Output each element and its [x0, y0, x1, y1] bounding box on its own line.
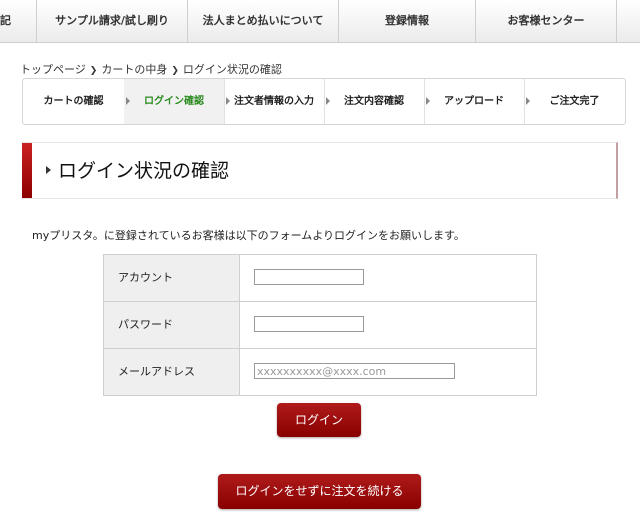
step-order-review: 注文内容確認 — [324, 79, 425, 124]
step-arrow-icon — [326, 97, 330, 105]
nav-item-registration-info[interactable]: 登録情報 — [339, 0, 476, 42]
nav-item-sample-request[interactable]: サンプル請求/試し刷り — [37, 0, 188, 42]
login-form: アカウント パスワード メールアドレス — [103, 254, 537, 396]
chevron-right-icon: ❯ — [89, 66, 98, 76]
breadcrumb-cart[interactable]: カートの中身 — [101, 61, 167, 77]
step-orderer-info: 注文者情報の入力 — [224, 79, 325, 124]
triangle-right-icon — [46, 166, 51, 174]
continue-without-login-button[interactable]: ログインをせずに注文を続ける — [218, 474, 421, 509]
step-arrow-icon — [226, 97, 230, 105]
breadcrumb-current: ログイン状況の確認 — [182, 63, 282, 76]
nav-item-partial[interactable]: 記 — [0, 0, 37, 42]
account-input[interactable] — [254, 269, 364, 285]
step-arrow-icon — [126, 97, 130, 105]
password-input[interactable] — [254, 316, 364, 332]
nav-item-corporate-payment[interactable]: 法人まとめ払いについて — [188, 0, 339, 42]
order-steps: カートの確認 ログイン確認 注文者情報の入力 注文内容確認 アップロード ご注文… — [22, 78, 626, 125]
login-intro-text: myプリスタ。に登録されているお客様は以下のフォームよりログインをお願いします。 — [32, 229, 465, 242]
step-arrow-icon — [526, 97, 530, 105]
login-button[interactable]: ログイン — [277, 403, 361, 437]
breadcrumb-top[interactable]: トップページ — [20, 61, 86, 77]
heading-accent-bar — [22, 143, 32, 198]
step-arrow-icon — [426, 97, 430, 105]
chevron-right-icon: ❯ — [171, 66, 179, 76]
form-row-email: メールアドレス — [104, 349, 536, 395]
nav-item-customer-center[interactable]: お客様センター — [476, 0, 617, 42]
account-label: アカウント — [104, 255, 240, 301]
step-upload: アップロード — [424, 79, 525, 124]
step-cart-confirm: カートの確認 — [23, 79, 125, 124]
email-label: メールアドレス — [104, 349, 240, 395]
step-login-confirm: ログイン確認 — [124, 79, 225, 124]
email-input[interactable] — [254, 363, 455, 379]
section-heading: ログイン状況の確認 — [22, 142, 618, 199]
breadcrumb: トップページ ❯ カートの中身 ❯ ログイン状況の確認 — [20, 61, 282, 77]
top-nav: 記 サンプル請求/試し刷り 法人まとめ払いについて 登録情報 お客様センター — [0, 0, 640, 43]
form-row-password: パスワード — [104, 302, 536, 349]
form-row-account: アカウント — [104, 255, 536, 302]
password-label: パスワード — [104, 302, 240, 348]
page-title: ログイン状況の確認 — [58, 160, 230, 182]
step-complete: ご注文完了 — [549, 96, 600, 107]
